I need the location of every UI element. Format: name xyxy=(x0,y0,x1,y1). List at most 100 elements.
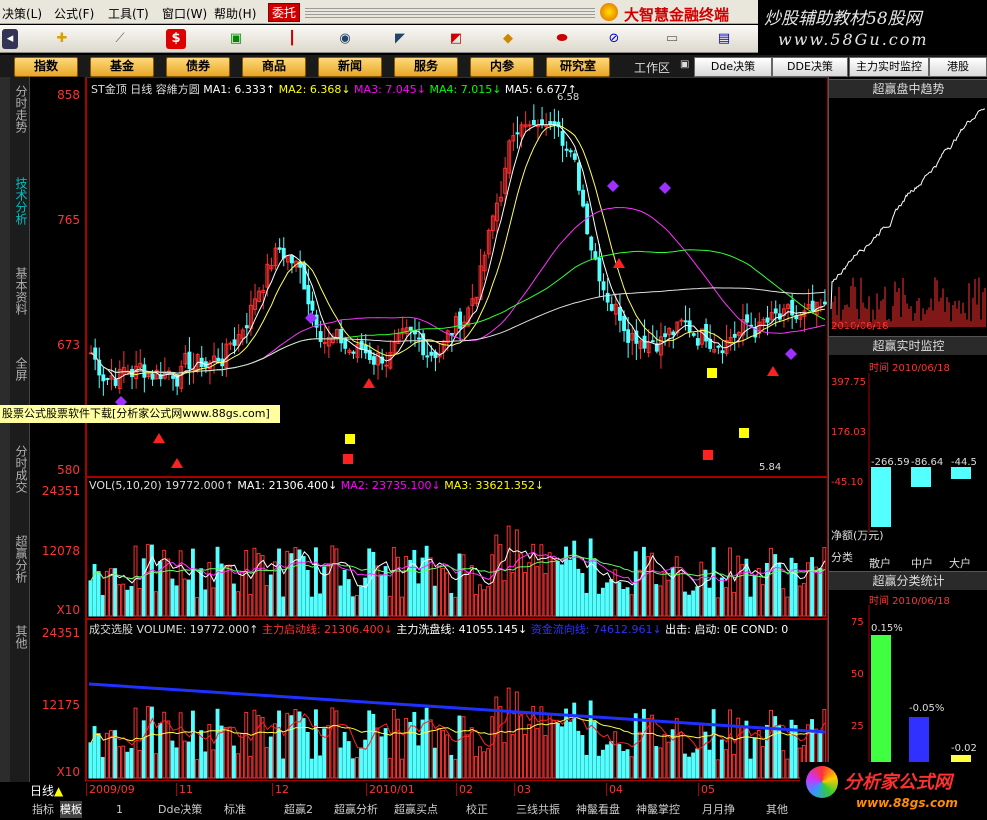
megaphone-icon[interactable]: ◤ xyxy=(390,29,410,49)
select-bar xyxy=(145,706,150,779)
nav-insider[interactable]: 内参 xyxy=(470,57,534,77)
volume-panel[interactable]: VOL(5,10,20) 19772.000↑ MA1: 21306.400↓ … xyxy=(86,477,828,619)
tab-chaoying[interactable]: 超赢分析 xyxy=(12,535,28,583)
window-icon[interactable]: ▤ xyxy=(714,29,734,49)
diamond-icon[interactable]: ◆ xyxy=(498,29,518,49)
bottom-tab[interactable]: 超赢分析 xyxy=(334,801,378,818)
nav-main-monitor[interactable]: 主力实时监控 xyxy=(849,57,929,77)
select-bar xyxy=(453,758,458,779)
binoculars-icon[interactable]: ◉ xyxy=(335,29,355,49)
tab-fullscreen[interactable]: 全屏 xyxy=(12,357,28,381)
select-bar xyxy=(424,707,429,779)
nav-bond[interactable]: 债券 xyxy=(166,57,230,77)
select-bar xyxy=(232,745,236,779)
select-bar xyxy=(740,726,745,779)
bottom-tab[interactable]: 超赢买点 xyxy=(394,801,438,818)
volume-bar xyxy=(584,592,589,617)
volume-bar xyxy=(752,575,757,617)
bars-icon[interactable]: ┃ xyxy=(282,29,302,49)
bottom-tab[interactable]: 标准 xyxy=(224,801,246,818)
sel-y-tick: 24351 xyxy=(41,626,80,640)
bottom-tab[interactable]: 三线共振 xyxy=(516,801,560,818)
volume-bar xyxy=(683,591,687,617)
volume-bar xyxy=(695,586,700,617)
nav-commodity[interactable]: 商品 xyxy=(242,57,306,77)
volume-bar xyxy=(744,558,749,617)
bottom-tab[interactable]: 模板 xyxy=(60,801,82,818)
select-bar xyxy=(383,728,388,779)
tab-technical[interactable]: 技术分析 xyxy=(12,177,28,225)
select-bar xyxy=(691,752,696,779)
watermark-88gs-banner: 股票公式股票软件下载[分析家公式网www.88gs.com] xyxy=(0,405,280,423)
candle-body xyxy=(228,342,233,345)
tab-intraday[interactable]: 分时走势 xyxy=(12,85,28,133)
tab-other[interactable]: 其他 xyxy=(12,625,28,649)
nav-fund[interactable]: 基金 xyxy=(90,57,154,77)
dollar-icon[interactable]: $ xyxy=(166,29,186,49)
bottom-tabs: 指标 模板 1 Dde决策 标准 超赢2 超赢分析 超赢买点 校正 三线共振 神鬣看盘 神鬣掌控 月月挣… xyxy=(0,782,828,820)
nav-service[interactable]: 服务 xyxy=(394,57,458,77)
select-bar xyxy=(211,749,216,779)
bottom-tab[interactable]: 神鬣掌控 xyxy=(636,801,680,818)
bottom-tab[interactable]: 指标 xyxy=(32,801,54,818)
book-icon[interactable]: ▭ xyxy=(662,29,682,49)
volume-bar xyxy=(609,579,614,617)
nav-research[interactable]: 研究室 xyxy=(546,57,610,77)
menu-formula[interactable]: 公式(F) xyxy=(54,5,94,22)
bottom-tab[interactable]: 其他 xyxy=(766,801,788,818)
ma4-line xyxy=(90,249,826,374)
select-bar xyxy=(445,734,450,779)
select-bar xyxy=(100,756,105,779)
nav-index[interactable]: 指数 xyxy=(14,57,78,77)
menu-grip xyxy=(305,6,595,18)
volume-bar xyxy=(777,563,782,617)
chart-icon[interactable]: ◩ xyxy=(446,29,466,49)
flag-icon[interactable]: ▣ xyxy=(226,29,246,49)
select-panel[interactable]: 成交选股 VOLUME: 19772.000↑ 主力启动线: 21306.400… xyxy=(86,619,828,781)
bottom-tab[interactable]: 1 xyxy=(116,801,123,818)
menu-decision[interactable]: 决策(L) xyxy=(2,5,42,22)
volume-bar xyxy=(309,596,314,617)
menu-tools[interactable]: 工具(T) xyxy=(108,5,149,22)
volume-bar xyxy=(293,547,298,617)
volume-bar xyxy=(514,529,519,617)
bottom-tab[interactable]: 超赢2 xyxy=(284,801,313,818)
ruler-icon[interactable]: ⟋ xyxy=(110,29,130,49)
bottom-tab[interactable]: Dde决策 xyxy=(158,801,202,818)
back-icon[interactable]: ◂ xyxy=(2,29,18,49)
menu-help[interactable]: 帮助(H) xyxy=(214,5,256,22)
bottom-tab[interactable]: 月月挣 xyxy=(702,801,735,818)
tab-fundamental[interactable]: 基本资料 xyxy=(12,267,28,315)
tag-icon[interactable]: ⊘ xyxy=(604,29,624,49)
nav-news[interactable]: 新闻 xyxy=(318,57,382,77)
candle-body xyxy=(572,153,577,160)
candle-body xyxy=(339,328,344,344)
select-bar xyxy=(174,747,179,779)
toolbar: ◂ ✚ ⟋ $ ▣ ┃ ◉ ◤ ◩ ◆ ⬬ ⊘ ▭ ▤ xyxy=(0,25,758,53)
select-bar xyxy=(244,712,249,779)
crosshair-icon[interactable]: ✚ xyxy=(52,29,72,49)
menu-window[interactable]: 窗口(W) xyxy=(162,5,207,22)
note-icon[interactable]: ⬬ xyxy=(552,29,572,49)
nav-dde-decision-2[interactable]: DDE决策 xyxy=(772,57,848,77)
select-bar xyxy=(519,715,523,779)
monitor-tick: -45.10 xyxy=(831,477,863,488)
select-bar xyxy=(285,712,290,779)
volume-bar xyxy=(732,591,737,617)
candle-body xyxy=(150,373,155,380)
nav-dde-decision[interactable]: Dde决策 xyxy=(694,57,772,77)
class-label: 分类 xyxy=(831,551,853,564)
tab-intraday-trade[interactable]: 分时成交 xyxy=(12,445,28,493)
select-bar xyxy=(117,746,122,779)
select-bar xyxy=(400,758,404,779)
bottom-tab[interactable]: 神鬣看盘 xyxy=(576,801,620,818)
nav-hk-stock[interactable]: 港股 xyxy=(929,57,987,77)
select-bar xyxy=(658,747,663,779)
volume-bar xyxy=(461,554,466,617)
select-bar xyxy=(125,751,130,779)
select-bar xyxy=(711,709,716,779)
consign-button[interactable]: 委托 xyxy=(268,3,301,22)
bottom-tab[interactable]: 校正 xyxy=(466,801,488,818)
volume-title: VOL(5,10,20) xyxy=(89,479,162,492)
workspace-toggle-icon[interactable]: ▣ xyxy=(680,59,689,70)
